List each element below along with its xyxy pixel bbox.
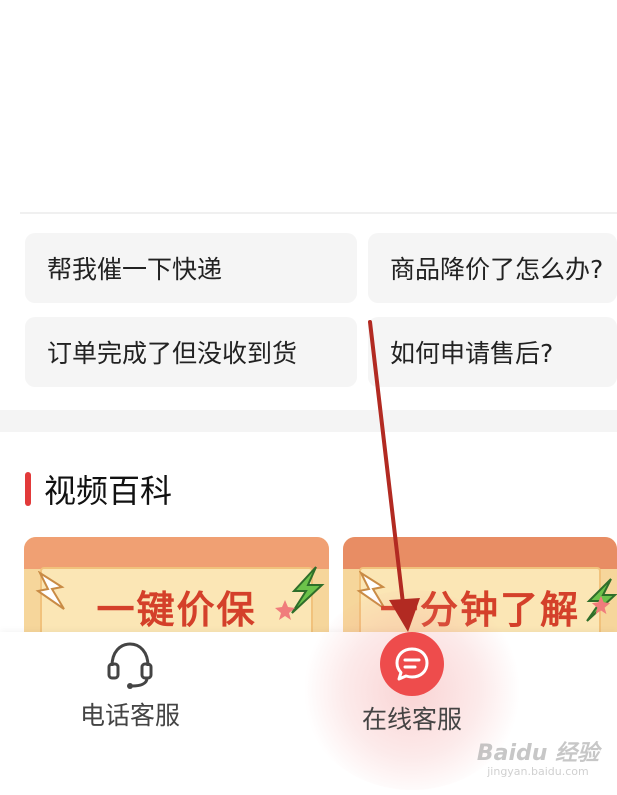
card-header-strip xyxy=(343,537,617,569)
empty-chat-area xyxy=(0,0,617,212)
card-title: 一键价保 xyxy=(96,588,257,632)
quick-question-chip[interactable]: 如何申请售后? xyxy=(368,317,617,387)
online-support-button[interactable]: 在线客服 xyxy=(342,632,482,736)
section-separator xyxy=(0,410,617,432)
section-title-marker xyxy=(25,472,31,506)
watermark-main: Baidu 经验 xyxy=(476,741,600,766)
headset-icon xyxy=(107,642,153,689)
baidu-watermark: Baidu 经验 jingyan.baidu.com xyxy=(468,735,608,778)
chat-bubble-icon xyxy=(380,632,444,696)
card-header-strip xyxy=(24,537,329,569)
chip-label: 如何申请售后? xyxy=(390,339,554,368)
phone-support-button[interactable]: 电话客服 xyxy=(60,638,200,732)
chip-label: 订单完成了但没收到货 xyxy=(47,339,298,368)
watermark-sub: jingyan.baidu.com xyxy=(487,765,589,778)
divider xyxy=(20,212,617,214)
chip-label: 商品降价了怎么办? xyxy=(390,255,604,284)
chip-label: 帮我催一下快递 xyxy=(47,255,223,284)
section-title: 视频百科 xyxy=(44,472,173,510)
quick-question-chip[interactable]: 商品降价了怎么办? xyxy=(368,233,617,303)
quick-question-chip[interactable]: 订单完成了但没收到货 xyxy=(25,317,357,387)
phone-support-label: 电话客服 xyxy=(79,701,180,730)
online-support-label: 在线客服 xyxy=(361,705,462,734)
quick-question-chip[interactable]: 帮我催一下快递 xyxy=(25,233,357,303)
